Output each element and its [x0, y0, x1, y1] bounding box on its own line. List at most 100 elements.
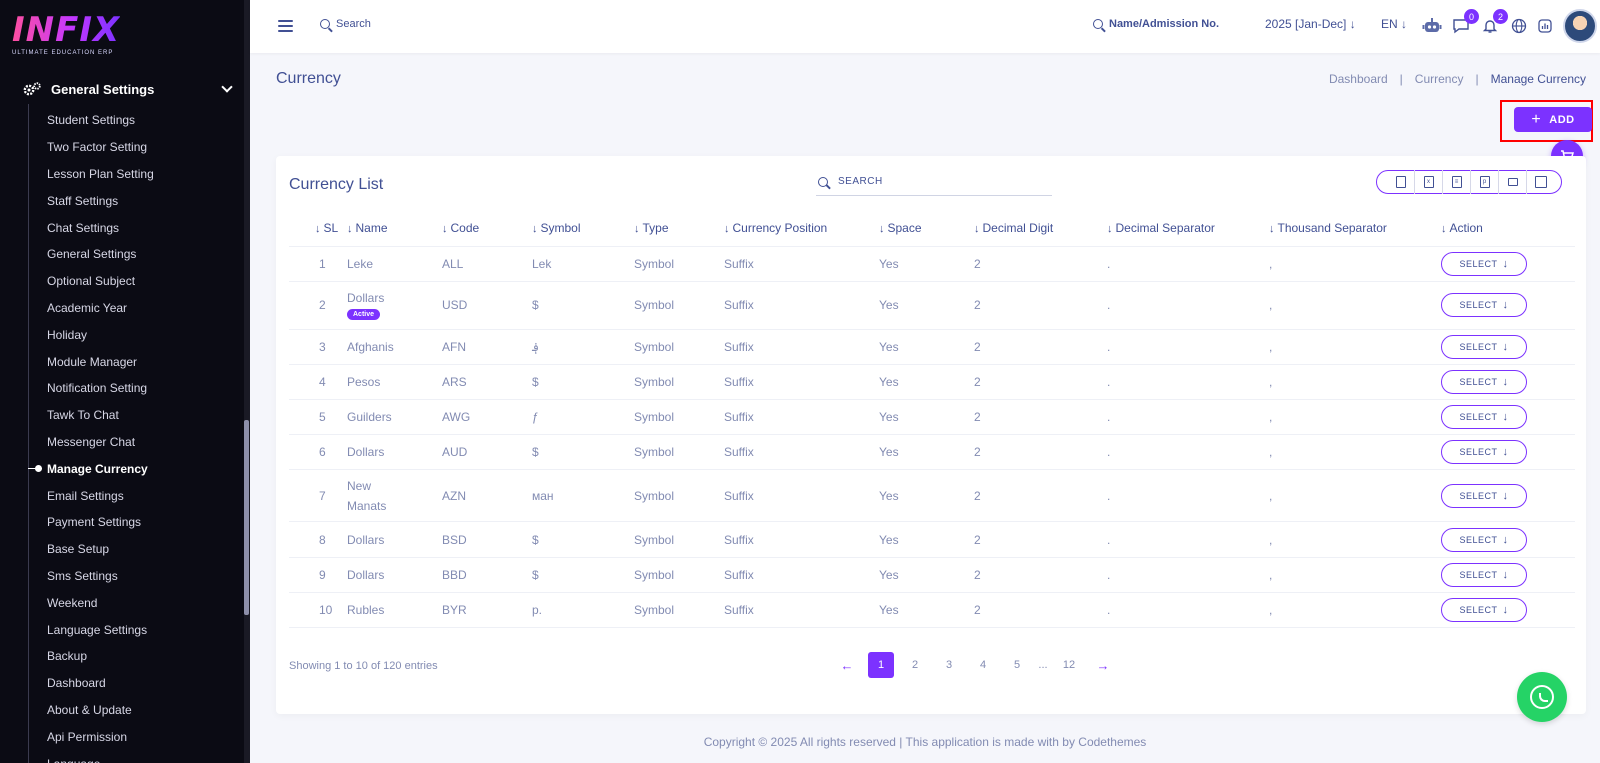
next-page-icon[interactable]: → [1090, 652, 1116, 678]
language-select[interactable]: EN ↓ [1381, 17, 1407, 31]
table-search[interactable]: SEARCH [816, 168, 1052, 196]
table-row: 6 Dollars AUD $ Symbol Suffix Yes 2., SELECT ↓ [289, 434, 1575, 470]
sidebar-item-lesson-plan-setting[interactable]: Lesson Plan Setting [47, 161, 154, 188]
cell-symbol: p. [532, 591, 634, 629]
sidebar-scrollbar[interactable] [244, 0, 250, 763]
page-12[interactable]: 12 [1056, 652, 1082, 678]
breadcrumb-currency[interactable]: Currency [1409, 72, 1470, 86]
globe-icon[interactable] [1507, 14, 1531, 38]
menu-toggle-icon[interactable] [278, 20, 293, 32]
select-button[interactable]: SELECT ↓ [1441, 562, 1527, 587]
robot-icon[interactable] [1420, 14, 1444, 38]
cell-type: Symbol [634, 556, 724, 593]
col-header-currency-position[interactable]: ↓ Currency Position [724, 210, 879, 246]
whatsapp-icon[interactable] [1517, 672, 1567, 722]
arrow-down-icon: ↓ [1502, 446, 1509, 459]
col-header-thousand-separator[interactable]: ↓ Thousand Separator [1269, 210, 1441, 246]
select-button[interactable]: SELECT ↓ [1441, 527, 1527, 552]
excel-button[interactable]: x [1415, 170, 1443, 194]
col-header-name[interactable]: ↓ Name [347, 210, 442, 246]
col-header-sl[interactable]: ↓ SL [289, 210, 347, 246]
header-search[interactable]: Search [320, 18, 371, 30]
sidebar-item-optional-subject[interactable]: Optional Subject [47, 268, 154, 295]
col-header-space[interactable]: ↓ Space [879, 210, 974, 246]
breadcrumb-dashboard[interactable]: Dashboard [1323, 72, 1394, 86]
header-search-input[interactable]: Search [336, 18, 371, 30]
select-button[interactable]: SELECT ↓ [1441, 369, 1527, 394]
cell-value: Suffix [724, 374, 754, 389]
select-button[interactable]: SELECT ↓ [1441, 293, 1527, 318]
sidebar-item-chat-settings[interactable]: Chat Settings [47, 214, 154, 241]
sidebar-item-email-settings[interactable]: Email Settings [47, 482, 154, 509]
page-2[interactable]: 2 [902, 652, 928, 678]
pdf-button[interactable]: p [1471, 170, 1499, 194]
select-button[interactable]: SELECT ↓ [1441, 483, 1527, 508]
sidebar-item-academic-year[interactable]: Academic Year [47, 295, 154, 322]
notification-bell-icon[interactable]: 2 [1478, 9, 1508, 38]
sidebar-item-backup[interactable]: Backup [47, 643, 154, 670]
sidebar-item-general-settings[interactable]: General Settings [47, 241, 154, 268]
cell-value: 2 [974, 256, 981, 271]
user-avatar[interactable] [1563, 9, 1597, 43]
page-5[interactable]: 5 [1004, 652, 1030, 678]
sidebar-item-manage-currency[interactable]: Manage Currency [28, 455, 154, 482]
sidebar-item-tawk-to-chat[interactable]: Tawk To Chat [47, 402, 154, 429]
select-button[interactable]: SELECT ↓ [1441, 405, 1527, 430]
select-button[interactable]: SELECT ↓ [1441, 597, 1527, 622]
sidebar-item-module-manager[interactable]: Module Manager [47, 348, 154, 375]
print-button[interactable] [1499, 170, 1527, 194]
sidebar-item-sms-settings[interactable]: Sms Settings [47, 563, 154, 590]
chat-icon[interactable]: 0 [1449, 9, 1479, 38]
csv-button[interactable]: ≡ [1443, 170, 1471, 194]
sidebar-scrollbar-thumb[interactable] [244, 420, 249, 615]
columns-button[interactable] [1527, 170, 1555, 194]
sidebar-item-holiday[interactable]: Holiday [47, 321, 154, 348]
table-search-input[interactable]: SEARCH [838, 176, 883, 187]
academic-year-select[interactable]: 2025 [Jan-Dec] ↓ [1265, 17, 1356, 31]
sidebar-item-dashboard[interactable]: Dashboard [47, 670, 154, 697]
sidebar-item-base-setup[interactable]: Base Setup [47, 536, 154, 563]
admission-search[interactable]: Name/Admission No. [1093, 18, 1219, 30]
sidebar-item-messenger-chat[interactable]: Messenger Chat [47, 429, 154, 456]
select-button[interactable]: SELECT ↓ [1441, 251, 1527, 276]
cell-value: Suffix [724, 339, 754, 354]
col-header-code[interactable]: ↓ Code [442, 210, 532, 246]
admission-search-input[interactable]: Name/Admission No. [1109, 18, 1219, 30]
table-row: 9 Dollars BBD $ Symbol Suffix Yes 2., SELECT ↓ [289, 556, 1575, 593]
sidebar-item-two-factor-setting[interactable]: Two Factor Setting [47, 134, 154, 161]
copy-button[interactable] [1387, 170, 1415, 194]
sidebar-item-language[interactable]: Language [47, 750, 154, 763]
sidebar-item-about-update[interactable]: About & Update [47, 697, 154, 724]
page-title: Currency [276, 70, 341, 87]
cell-value: $ [532, 532, 539, 547]
cell-action: SELECT ↓ [1441, 245, 1575, 282]
sidebar-item-language-settings[interactable]: Language Settings [47, 616, 154, 643]
prev-page-icon[interactable]: ← [834, 652, 860, 678]
col-header-action[interactable]: ↓ Action [1441, 210, 1575, 246]
select-button[interactable]: SELECT ↓ [1441, 440, 1527, 465]
col-header-type[interactable]: ↓ Type [634, 210, 724, 246]
col-header-decimal-separator[interactable]: ↓ Decimal Separator [1107, 210, 1269, 246]
cell-action: SELECT ↓ [1441, 280, 1575, 330]
add-button[interactable]: + ADD [1514, 107, 1592, 132]
col-header-symbol[interactable]: ↓ Symbol [532, 210, 634, 246]
sidebar-item-payment-settings[interactable]: Payment Settings [47, 509, 154, 536]
report-icon[interactable] [1533, 14, 1557, 38]
cell-value: Yes [879, 256, 899, 271]
sidebar-item-weekend[interactable]: Weekend [47, 589, 154, 616]
cell-value: . [1107, 256, 1111, 271]
sidebar-item-notification-setting[interactable]: Notification Setting [47, 375, 154, 402]
sidebar-item-api-permission[interactable]: Api Permission [47, 723, 154, 750]
select-button-label: SELECT [1459, 258, 1498, 269]
sidebar-item-student-settings[interactable]: Student Settings [47, 107, 154, 134]
col-header-decimal-digit[interactable]: ↓ Decimal Digit [974, 210, 1107, 246]
page-3[interactable]: 3 [936, 652, 962, 678]
sidebar-group-general-settings[interactable]: General Settings [22, 78, 237, 100]
sidebar-item-staff-settings[interactable]: Staff Settings [47, 187, 154, 214]
logo[interactable]: INFIX ULTIMATE EDUCATION ERP [12, 12, 120, 56]
page-4[interactable]: 4 [970, 652, 996, 678]
breadcrumb-manage-currency[interactable]: Manage Currency [1485, 72, 1592, 86]
page-1[interactable]: 1 [868, 652, 894, 678]
select-button[interactable]: SELECT ↓ [1441, 334, 1527, 359]
arrow-down-icon: ↓ [1502, 489, 1509, 502]
